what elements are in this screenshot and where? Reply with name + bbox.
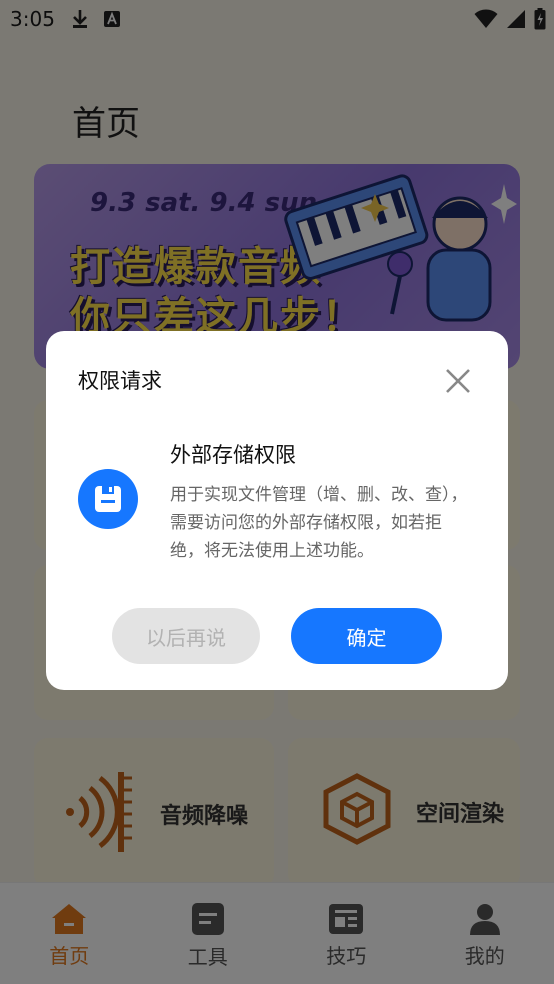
later-button[interactable]: 以后再说 [112,608,260,664]
close-icon[interactable] [442,365,474,397]
permission-title: 外部存储权限 [170,443,296,467]
floppy-disk-icon [95,486,121,512]
storage-permission-icon [78,469,138,529]
confirm-button[interactable]: 确定 [291,608,442,664]
permission-description: 用于实现文件管理（增、删、改、查），需要访问您的外部存储权限，如若拒绝，将无法使… [170,485,468,561]
permission-dialog: 权限请求 外部存储权限 用于实现文件管理（增、删、改、查），需要访问您的外部存储… [46,331,508,690]
dialog-title: 权限请求 [78,369,162,393]
